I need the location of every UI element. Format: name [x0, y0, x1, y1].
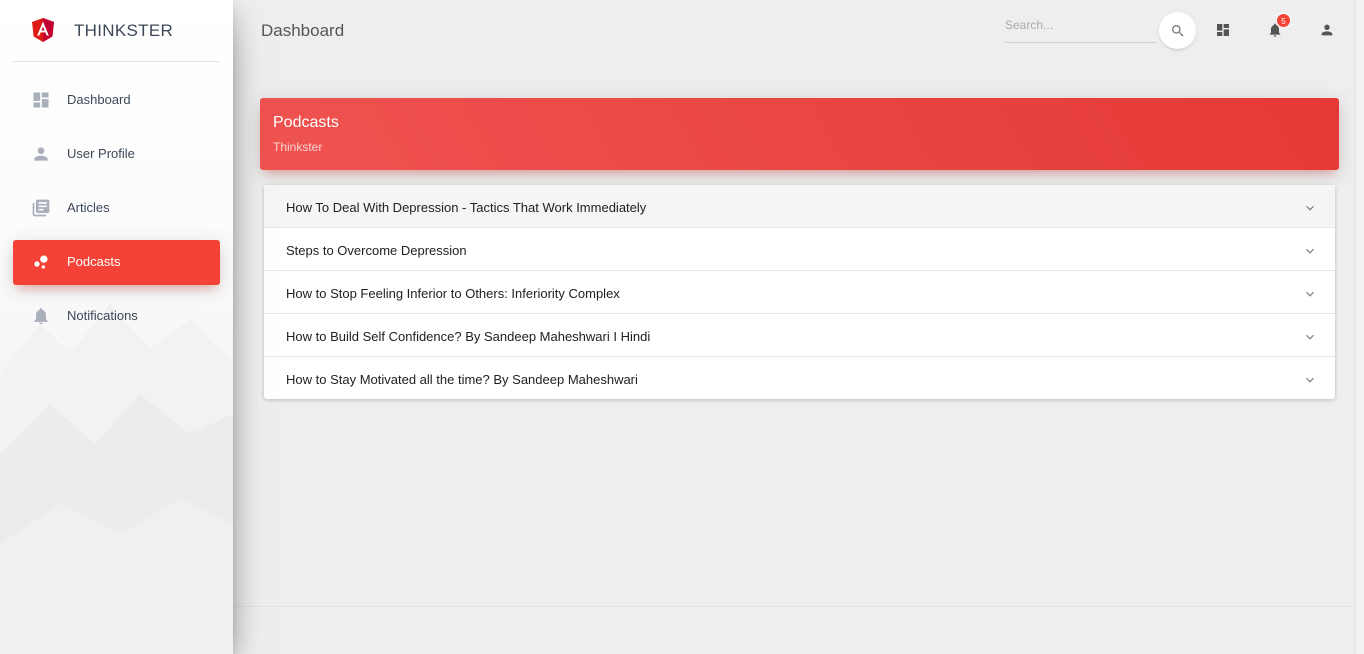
podcast-title: How to Build Self Confidence? By Sandeep… — [286, 329, 651, 344]
podcast-title: Steps to Overcome Depression — [286, 243, 467, 258]
chevron-down-icon — [1306, 377, 1314, 383]
page-scrollbar[interactable] — [1355, 0, 1364, 654]
sidebar-logo[interactable]: THINKSTER — [13, 0, 220, 62]
podcast-title: How To Deal With Depression - Tactics Th… — [286, 200, 647, 215]
dashboard-icon — [33, 92, 49, 108]
sidebar-item-dashboard[interactable]: Dashboard — [13, 78, 220, 123]
sidebar-item-label: Podcasts — [67, 254, 121, 269]
podcast-accordion: How To Deal With Depression - Tactics Th… — [264, 185, 1335, 399]
sidebar-item-label: Dashboard — [67, 92, 131, 107]
bell-icon — [34, 308, 48, 325]
sidebar-item-label: Notifications — [67, 308, 138, 323]
notification-count-badge: 5 — [1276, 13, 1291, 28]
sidebar-item-notifications[interactable]: Notifications — [13, 294, 220, 339]
chevron-down-icon — [1306, 205, 1314, 211]
podcast-panel[interactable]: Steps to Overcome Depression — [264, 228, 1335, 271]
search-icon — [1171, 24, 1184, 37]
search-field — [1005, 10, 1157, 43]
top-navbar: Dashboard 5 — [233, 0, 1364, 62]
sidebar-background-image — [0, 304, 233, 654]
sidebar-item-articles[interactable]: Articles — [13, 186, 220, 231]
chevron-down-icon — [1306, 291, 1314, 297]
sidebar-item-user-profile[interactable]: User Profile — [13, 132, 220, 177]
podcasts-card-header: Podcasts Thinkster — [260, 98, 1339, 170]
sidebar-item-label: Articles — [67, 200, 110, 215]
person-icon — [34, 147, 48, 161]
page-title: Dashboard — [261, 21, 345, 40]
user-menu-button[interactable] — [1317, 20, 1337, 40]
search-input[interactable] — [1005, 10, 1157, 40]
person-icon — [1321, 24, 1333, 36]
bubble-chart-icon — [34, 255, 48, 269]
podcast-title: How to Stop Feeling Inferior to Others: … — [286, 286, 620, 301]
brand-name: THINKSTER — [74, 21, 174, 40]
podcast-title: How to Stay Motivated all the time? By S… — [286, 372, 638, 387]
sidebar-item-podcasts[interactable]: Podcasts — [13, 240, 220, 285]
chevron-down-icon — [1306, 334, 1314, 340]
sidebar-nav: Dashboard User Profile Articles Podcasts… — [0, 78, 233, 339]
angular-shield-icon — [32, 18, 54, 42]
chevron-down-icon — [1306, 248, 1314, 254]
card-title: Podcasts — [273, 114, 339, 131]
podcast-panel[interactable]: How to Stay Motivated all the time? By S… — [264, 357, 1335, 399]
dashboard-button[interactable] — [1213, 20, 1233, 40]
dashboard-icon — [1217, 24, 1229, 36]
library-books-icon — [32, 199, 50, 217]
podcast-panel[interactable]: How To Deal With Depression - Tactics Th… — [264, 185, 1335, 228]
sidebar: THINKSTER Dashboard User Profile Article… — [0, 0, 233, 654]
podcast-panel[interactable]: How to Stop Feeling Inferior to Others: … — [264, 271, 1335, 314]
podcast-panel[interactable]: How to Build Self Confidence? By Sandeep… — [264, 314, 1335, 357]
footer-divider — [233, 606, 1364, 607]
search-button[interactable] — [1159, 12, 1196, 49]
sidebar-item-label: User Profile — [67, 146, 135, 161]
card-subtitle: Thinkster — [273, 140, 323, 154]
